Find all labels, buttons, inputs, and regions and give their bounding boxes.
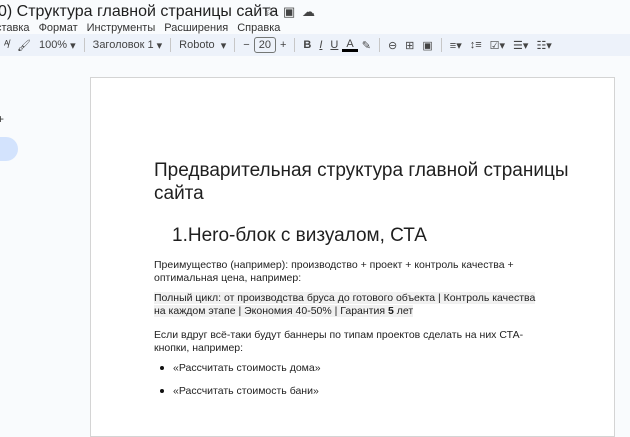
highlight-text-end: лет — [393, 304, 414, 317]
menu-help[interactable]: Справка — [237, 22, 280, 34]
star-icon[interactable]: ☆ — [264, 4, 276, 20]
document-page[interactable] — [90, 77, 615, 437]
toolbar: ᴬ̸ 🖌 100% ▾ Заголовок 1 ▾ Roboto ▾ − 20 … — [0, 34, 630, 56]
divider — [294, 38, 296, 52]
highlight-text: Полный цикл: от производства бруса до го… — [154, 292, 536, 317]
underline-button[interactable]: U — [326, 39, 342, 51]
zoom-select[interactable]: 100% ▾ — [35, 39, 80, 52]
title-line-1: Предварительная структура главной страни… — [154, 160, 569, 181]
menu-bar: ставка Формат Инструменты Расширения Спр… — [0, 22, 280, 34]
bulleted-list-icon[interactable]: ☰▾ — [509, 39, 532, 52]
title-line-2: сайта — [154, 183, 204, 204]
style-select[interactable]: Заголовок 1 ▾ — [89, 39, 166, 52]
align-icon[interactable]: ≡▾ — [446, 39, 466, 52]
divider — [83, 38, 85, 52]
bold-button[interactable]: B — [299, 39, 315, 51]
list-item: «Рассчитать стоимость бани» — [160, 385, 319, 397]
list-item-text: «Рассчитать стоимость бани» — [173, 385, 319, 397]
link-icon[interactable]: ⊖ — [384, 39, 401, 52]
menu-insert[interactable]: ставка — [0, 22, 30, 34]
spellcheck-icon[interactable]: ᴬ̸ — [0, 39, 13, 51]
font-size-input[interactable]: 20 — [253, 37, 276, 53]
style-value: Заголовок 1 — [92, 39, 154, 51]
text-color-button[interactable]: A — [342, 38, 358, 52]
divider — [234, 38, 236, 52]
highlight-icon[interactable]: ✎ — [358, 39, 375, 52]
image-icon[interactable]: ▣ — [418, 39, 436, 52]
paragraph-advantage: Преимущество (например): производство + … — [154, 259, 514, 284]
cloud-status-icon[interactable]: ☁ — [302, 4, 315, 20]
font-value: Roboto — [179, 39, 215, 51]
paragraph-banners: Если вдруг всё-таки будут баннеры по тип… — [154, 329, 524, 354]
decrease-font-button[interactable]: − — [239, 39, 253, 51]
increase-font-button[interactable]: + — [276, 39, 290, 51]
divider — [440, 38, 442, 52]
paragraph-highlighted: Полный цикл: от производства бруса до го… — [154, 292, 544, 317]
document-title-heading: Предварительная структура главной страни… — [154, 159, 569, 205]
divider — [378, 38, 380, 52]
divider — [170, 38, 172, 52]
italic-button[interactable]: I — [315, 39, 326, 51]
bold-number: 5 — [387, 304, 394, 317]
paint-format-icon[interactable]: 🖌 — [13, 39, 35, 52]
comment-icon[interactable]: ⊞ — [401, 39, 418, 52]
menu-tools[interactable]: Инструменты — [87, 22, 156, 34]
numbered-list-icon[interactable]: ☷▾ — [532, 39, 555, 52]
checklist-icon[interactable]: ☑▾ — [486, 39, 509, 52]
list-item-text: «Рассчитать стоимость дома» — [173, 362, 321, 374]
zoom-value: 100% — [38, 39, 68, 51]
outline-tab-active[interactable] — [0, 137, 18, 161]
list-item: «Рассчитать стоимость дома» — [160, 362, 321, 374]
document-title[interactable]: 0) Структура главной страницы сайта — [0, 3, 278, 21]
heading-hero: 1.Hero-блок с визуалом, СТА — [172, 225, 427, 246]
add-tab-icon[interactable]: + — [0, 112, 4, 126]
menu-extensions[interactable]: Расширения — [164, 22, 228, 34]
bullet-icon — [160, 389, 164, 393]
bullet-icon — [160, 366, 164, 370]
line-spacing-icon[interactable]: ↕≡ — [466, 39, 486, 51]
menu-format[interactable]: Формат — [39, 22, 78, 34]
move-folder-icon[interactable]: ▣ — [283, 4, 295, 20]
font-select[interactable]: Roboto ▾ — [175, 39, 230, 52]
